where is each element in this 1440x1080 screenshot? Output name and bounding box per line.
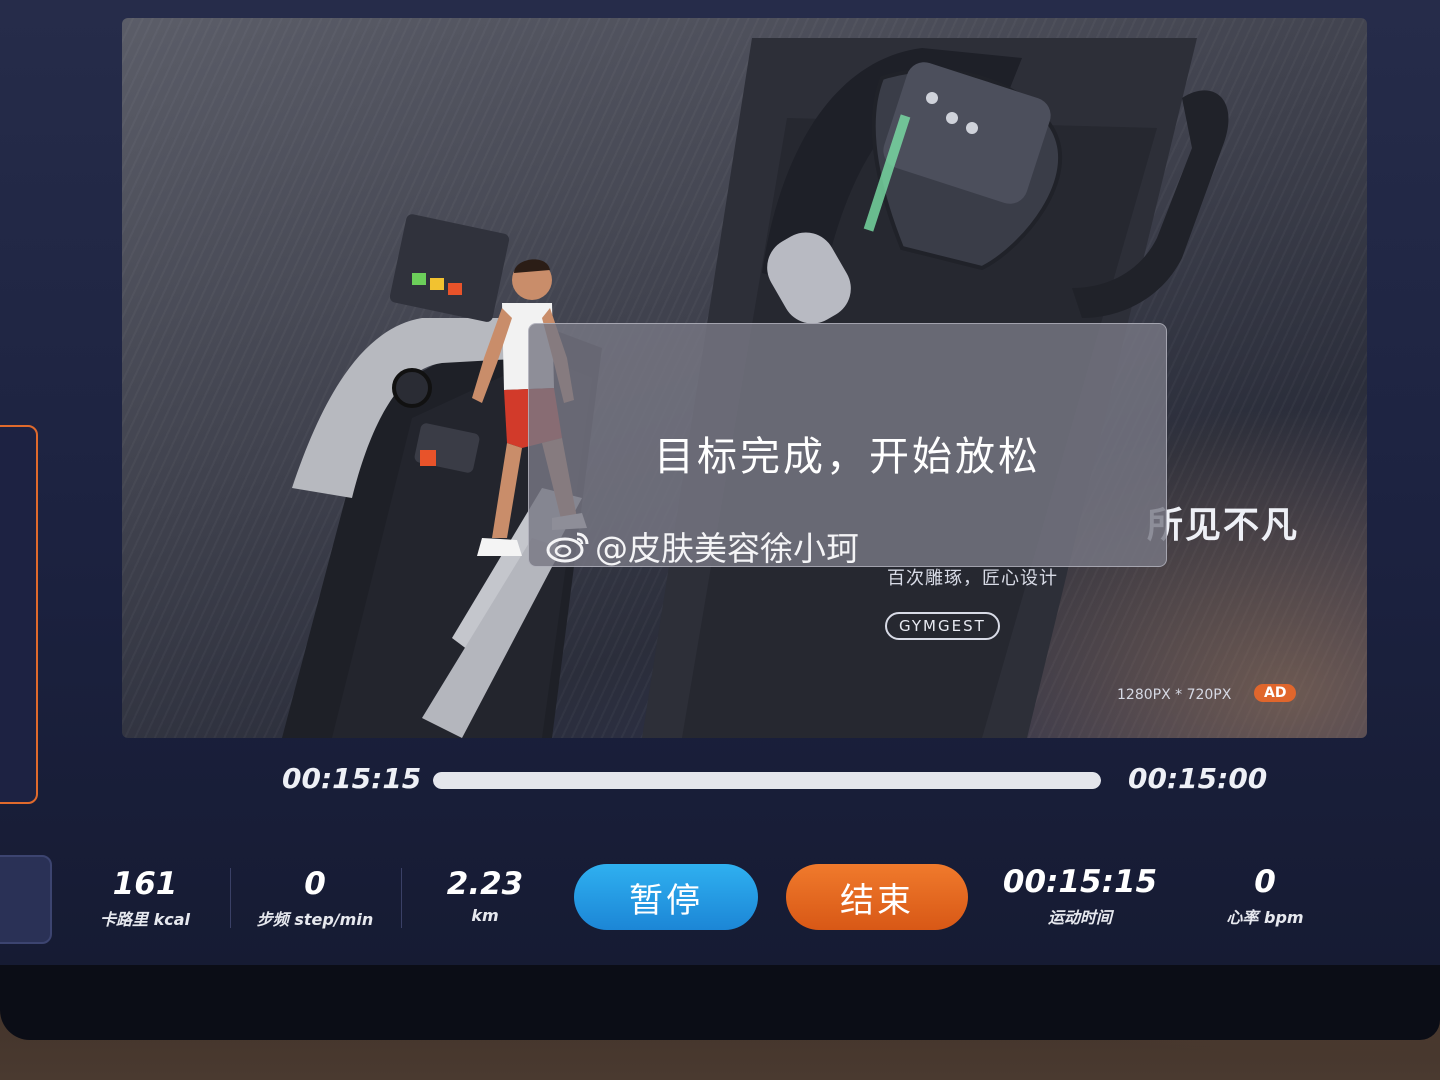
treadmill-screen: 所见不凡 百次雕琢，匠心设计 GYMGEST 1280PX * 720PX AD… — [0, 0, 1440, 965]
ad-resolution-label: 1280PX * 720PX — [1117, 687, 1232, 703]
ad-subline: 百次雕琢，匠心设计 — [887, 568, 1058, 589]
workout-progress-bar — [433, 772, 1101, 789]
ad-badge: AD — [1254, 684, 1297, 702]
device-bezel: 所见不凡 百次雕琢，匠心设计 GYMGEST 1280PX * 720PX AD… — [0, 0, 1440, 1040]
ad-headline: 所见不凡 — [1147, 505, 1300, 546]
target-time: 00:15:00 — [1128, 762, 1268, 795]
ad-brand-logo: GYMGEST — [885, 612, 1000, 640]
distance-label: km — [471, 906, 499, 925]
distance-value: 2.23 — [446, 866, 524, 902]
stat-calories: 161 卡路里 kcal — [90, 866, 200, 930]
stat-cadence: 0 步频 step/min — [245, 866, 385, 930]
elapsed-time: 00:15:15 — [282, 762, 422, 795]
stat-divider — [401, 868, 402, 928]
heart-rate-value: 0 — [1254, 864, 1276, 900]
stat-divider — [230, 868, 231, 928]
stat-heart-rate: 0 心率 bpm — [1210, 864, 1320, 928]
workout-progress-fill — [433, 772, 1101, 789]
end-button[interactable]: 结束 — [786, 864, 968, 930]
side-panel-bottom-left[interactable] — [0, 855, 52, 944]
calories-value: 161 — [112, 866, 178, 902]
watermark-text: @皮肤美容徐小珂 — [595, 529, 859, 568]
side-panel-left[interactable] — [0, 425, 38, 804]
duration-label: 运动时间 — [1047, 908, 1112, 927]
calories-label: 卡路里 kcal — [100, 910, 190, 929]
cadence-label: 步频 step/min — [256, 910, 374, 929]
dialog-message: 目标完成，开始放松 — [654, 434, 1041, 480]
heart-rate-label: 心率 bpm — [1226, 908, 1304, 927]
weibo-watermark: @皮肤美容徐小珂 — [545, 522, 859, 570]
weibo-icon — [546, 532, 589, 563]
pause-button[interactable]: 暂停 — [574, 864, 758, 930]
duration-value: 00:15:15 — [1002, 864, 1158, 900]
stat-duration: 00:15:15 运动时间 — [995, 864, 1165, 928]
cadence-value: 0 — [304, 866, 326, 902]
stat-distance: 2.23 km — [430, 866, 540, 925]
